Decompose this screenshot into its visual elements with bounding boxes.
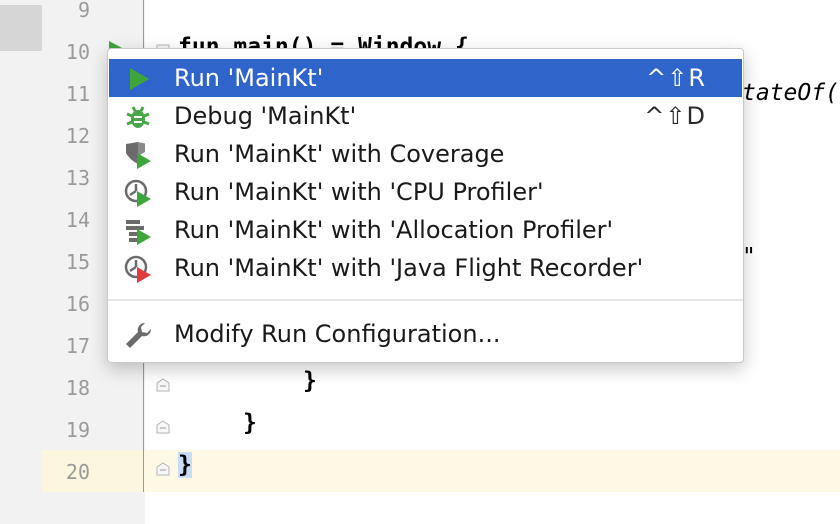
fold-end-icon[interactable] xyxy=(156,462,170,476)
allocation-profiler-icon xyxy=(126,220,151,245)
menu-item-run[interactable]: Run 'MainKt' ^⇧R xyxy=(109,59,742,97)
code-line-15-tail: " xyxy=(742,244,756,270)
code-line-11-tail: tateOf( xyxy=(742,80,839,106)
tool-strip-highlight xyxy=(0,5,42,51)
flight-recorder-icon xyxy=(124,255,151,283)
line-number: 18 xyxy=(65,376,90,400)
line-number: 12 xyxy=(65,124,90,148)
line-number: 11 xyxy=(65,82,90,106)
fold-end-icon[interactable] xyxy=(156,420,170,434)
menu-item-run-flight-recorder[interactable]: Run 'MainKt' with 'Java Flight Recorder' xyxy=(109,249,742,287)
code-line-18: } xyxy=(303,368,317,394)
menu-separator xyxy=(108,299,743,301)
debug-icon xyxy=(126,106,150,128)
fold-end-icon[interactable] xyxy=(156,378,170,392)
menu-item-label: Run 'MainKt' with 'Allocation Profiler' xyxy=(174,216,614,244)
line-number: 10 xyxy=(65,40,90,64)
line-number: 9 xyxy=(77,0,90,22)
line-number: 20 xyxy=(65,460,90,484)
run-context-menu: Run 'MainKt' ^⇧R Debug 'MainKt' ^⇧D Run … xyxy=(107,48,744,363)
menu-item-label: Modify Run Configuration... xyxy=(174,320,501,348)
menu-item-label: Debug 'MainKt' xyxy=(174,102,357,130)
line-number: 17 xyxy=(65,334,90,358)
coverage-icon xyxy=(126,142,151,169)
line-number: 15 xyxy=(65,250,90,274)
wrench-icon xyxy=(126,322,152,348)
cpu-profiler-icon xyxy=(124,179,151,207)
run-icon xyxy=(130,68,149,90)
menu-item-run-cpu-profiler[interactable]: Run 'MainKt' with 'CPU Profiler' xyxy=(109,173,742,211)
menu-item-shortcut: ^⇧D xyxy=(644,102,706,130)
menu-item-shortcut: ^⇧R xyxy=(646,64,706,92)
line-number: 19 xyxy=(65,418,90,442)
menu-item-label: Run 'MainKt' with 'CPU Profiler' xyxy=(174,178,544,206)
menu-item-label: Run 'MainKt' with Coverage xyxy=(174,140,505,168)
line-number: 13 xyxy=(65,166,90,190)
code-line-19: } xyxy=(243,410,257,436)
left-tool-strip xyxy=(0,0,42,524)
menu-item-label: Run 'MainKt' with 'Java Flight Recorder' xyxy=(174,254,644,282)
menu-item-run-coverage[interactable]: Run 'MainKt' with Coverage xyxy=(109,135,742,173)
line-number: 14 xyxy=(65,208,90,232)
menu-item-modify-run-configuration[interactable]: Modify Run Configuration... xyxy=(109,315,742,353)
menu-item-run-allocation-profiler[interactable]: Run 'MainKt' with 'Allocation Profiler' xyxy=(109,211,742,249)
matched-brace: } xyxy=(178,452,192,478)
menu-item-label: Run 'MainKt' xyxy=(174,64,324,92)
menu-item-debug[interactable]: Debug 'MainKt' ^⇧D xyxy=(109,97,742,135)
line-number: 16 xyxy=(65,292,90,316)
